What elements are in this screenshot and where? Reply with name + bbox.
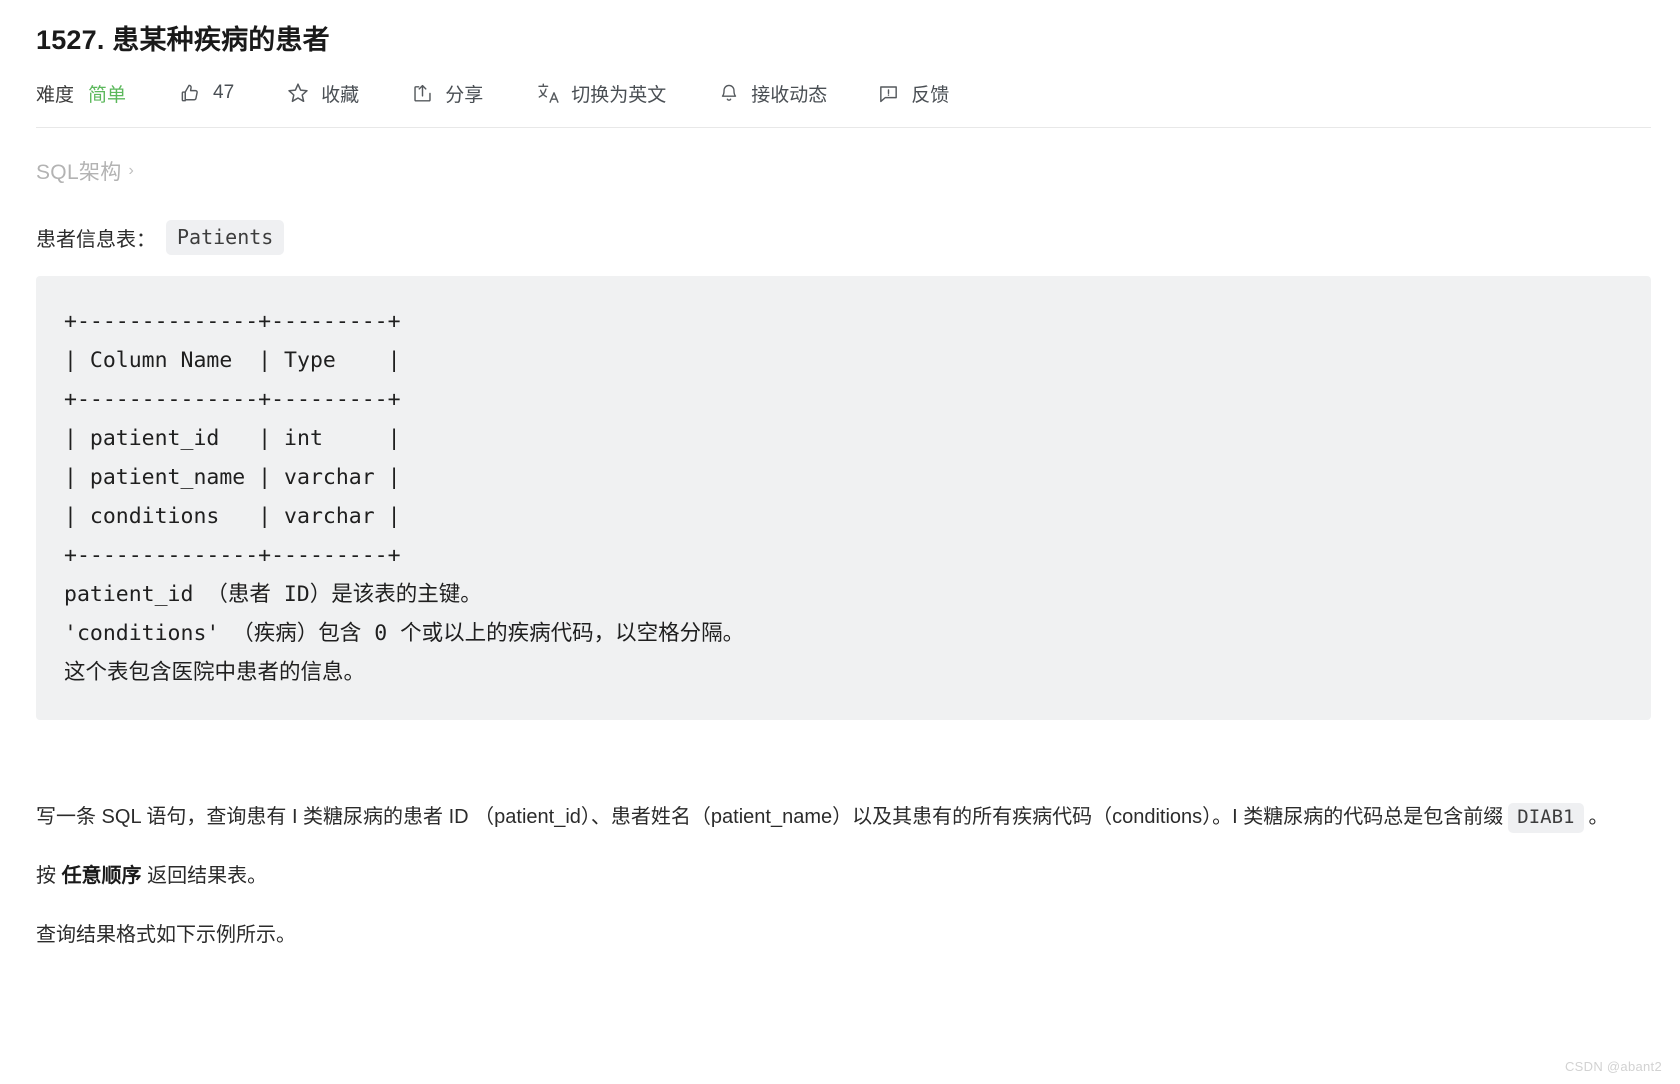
diab1-code-chip: DIAB1 [1508,803,1584,834]
order-note-emphasis: 任意顺序 [61,865,142,888]
problem-description: 写一条 SQL 语句，查询患有 I 类糖尿病的患者 ID （patient_id… [36,798,1644,837]
problem-page: 1527. 患某种疾病的患者 难度 简单 47 收藏 分享 切换为英文 接收动态… [0,0,1680,955]
bell-icon [718,82,740,105]
favorite-button[interactable]: 收藏 [286,80,359,107]
schema-code-block: +--------------+---------+ | Column Name… [36,276,1651,721]
share-label: 分享 [445,84,484,106]
description-part-2: 。 [1588,806,1609,829]
feedback-button[interactable]: 反馈 [877,80,949,107]
feedback-label: 反馈 [911,84,950,106]
header-divider [36,127,1651,129]
description-part-1: 写一条 SQL 语句，查询患有 I 类糖尿病的患者 ID （patient_id… [36,806,1504,829]
order-note-prefix: 按 [36,865,62,888]
favorite-label: 收藏 [321,84,360,106]
subscribe-button[interactable]: 接收动态 [718,80,827,107]
star-icon [286,81,310,105]
breadcrumb-label: SQL架构 [36,161,122,185]
thumbs-up-icon [179,82,202,105]
translate-button[interactable]: 切换为英文 [536,80,666,107]
subscribe-label: 接收动态 [751,84,828,106]
difficulty-group: 难度 简单 [36,80,126,107]
difficulty-label: 难度 [36,84,75,106]
table-name-chip: Patients [166,220,285,256]
breadcrumb[interactable]: SQL架构 › [36,156,134,186]
table-caption-row: 患者信息表： Patients [36,220,1644,256]
share-icon [411,82,434,105]
like-count: 47 [213,82,235,104]
page-title: 1527. 患某种疾病的患者 [36,25,330,55]
order-note: 按 任意顺序 返回结果表。 [36,857,1644,896]
share-button[interactable]: 分享 [411,80,483,107]
order-note-suffix: 返回结果表。 [141,865,268,888]
schema-code-text: +--------------+---------+ | Column Name… [64,309,745,686]
chevron-right-icon: › [128,162,135,180]
difficulty-value: 简单 [88,84,127,106]
action-toolbar: 难度 简单 47 收藏 分享 切换为英文 接收动态 反馈 [36,74,1644,112]
translate-icon [536,81,560,105]
like-button[interactable]: 47 [179,82,234,105]
watermark: CSDN @abant2 [1564,1059,1662,1074]
format-note: 查询结果格式如下示例所示。 [36,924,296,947]
translate-label: 切换为英文 [571,84,667,106]
feedback-icon [877,82,900,105]
table-caption-label: 患者信息表： [36,229,156,252]
